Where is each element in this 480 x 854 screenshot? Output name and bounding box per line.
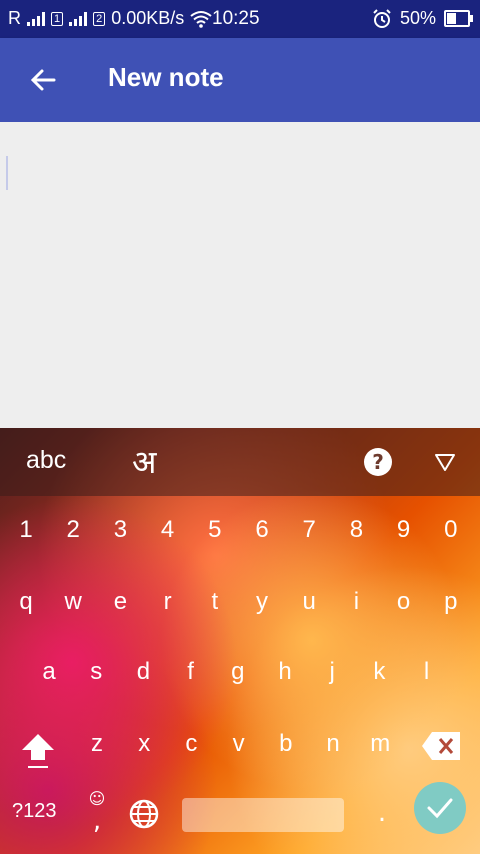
key-f[interactable]: f <box>171 650 211 694</box>
sim2-slot: 2 <box>93 11 106 26</box>
done-key[interactable] <box>414 782 466 834</box>
symbols-key[interactable]: ?123 <box>12 800 57 823</box>
key-x[interactable]: x <box>124 722 164 766</box>
key-4[interactable]: 4 <box>148 508 188 552</box>
space-key[interactable] <box>182 798 344 832</box>
key-z[interactable]: z <box>77 722 117 766</box>
soft-keyboard: abc अ ? 1234567890 qwertyuiop asdfghjkl zxc… <box>0 428 480 854</box>
alarm-icon <box>373 8 391 28</box>
signal-icon <box>69 11 88 26</box>
status-bar: R 1 2 0.00KB/s 10:25 50% <box>0 0 480 38</box>
key-i[interactable]: i <box>336 580 376 624</box>
comma-label: , <box>92 806 102 836</box>
emoji-comma-key[interactable]: ☺ , <box>84 790 110 836</box>
signal-icon <box>27 11 45 26</box>
key-t[interactable]: t <box>195 580 235 624</box>
key-6[interactable]: 6 <box>242 508 282 552</box>
key-k[interactable]: k <box>359 650 399 694</box>
shift-key-icon[interactable] <box>16 728 60 772</box>
key-j[interactable]: j <box>312 650 352 694</box>
key-3[interactable]: 3 <box>100 508 140 552</box>
key-y[interactable]: y <box>242 580 282 624</box>
key-0[interactable]: 0 <box>431 508 471 552</box>
key-n[interactable]: n <box>313 722 353 766</box>
lang-latin-button[interactable]: abc <box>26 446 66 475</box>
status-right: 50% <box>372 8 473 29</box>
text-cursor <box>6 156 8 190</box>
help-icon[interactable]: ? <box>364 448 392 476</box>
key-8[interactable]: 8 <box>336 508 376 552</box>
key-r[interactable]: r <box>148 580 188 624</box>
sim1-slot: 1 <box>51 11 64 26</box>
key-2[interactable]: 2 <box>53 508 93 552</box>
network-speed: 0.00KB/s <box>111 8 185 28</box>
clock: 10:25 <box>212 8 260 29</box>
battery-percent: 50% <box>399 8 436 28</box>
key-7[interactable]: 7 <box>289 508 329 552</box>
sim1-label: R <box>8 8 21 28</box>
key-h[interactable]: h <box>265 650 305 694</box>
key-d[interactable]: d <box>123 650 163 694</box>
globe-icon[interactable] <box>128 798 160 830</box>
key-s[interactable]: s <box>76 650 116 694</box>
page-title: New note <box>108 62 224 92</box>
key-b[interactable]: b <box>266 722 306 766</box>
key-w[interactable]: w <box>53 580 93 624</box>
key-o[interactable]: o <box>384 580 424 624</box>
period-key[interactable]: . <box>372 798 392 828</box>
keyboard-toolbar: abc अ ? <box>0 428 480 496</box>
app-bar: New note <box>0 38 480 122</box>
check-icon <box>427 798 453 819</box>
wifi-icon <box>190 10 212 28</box>
key-c[interactable]: c <box>171 722 211 766</box>
key-v[interactable]: v <box>219 722 259 766</box>
key-u[interactable]: u <box>289 580 329 624</box>
key-9[interactable]: 9 <box>384 508 424 552</box>
key-l[interactable]: l <box>407 650 447 694</box>
arrow-left-icon[interactable] <box>24 60 64 100</box>
key-m[interactable]: m <box>360 722 400 766</box>
lang-hindi-button[interactable]: अ <box>132 440 156 483</box>
key-p[interactable]: p <box>431 580 471 624</box>
status-left: R 1 2 0.00KB/s <box>8 8 212 29</box>
key-g[interactable]: g <box>218 650 258 694</box>
collapse-keyboard-icon[interactable] <box>434 452 456 472</box>
key-e[interactable]: e <box>100 580 140 624</box>
note-editor[interactable] <box>0 122 480 428</box>
backspace-key-icon[interactable] <box>420 728 464 764</box>
key-a[interactable]: a <box>29 650 69 694</box>
key-5[interactable]: 5 <box>195 508 235 552</box>
key-1[interactable]: 1 <box>6 508 46 552</box>
battery-icon <box>444 10 473 27</box>
key-q[interactable]: q <box>6 580 46 624</box>
